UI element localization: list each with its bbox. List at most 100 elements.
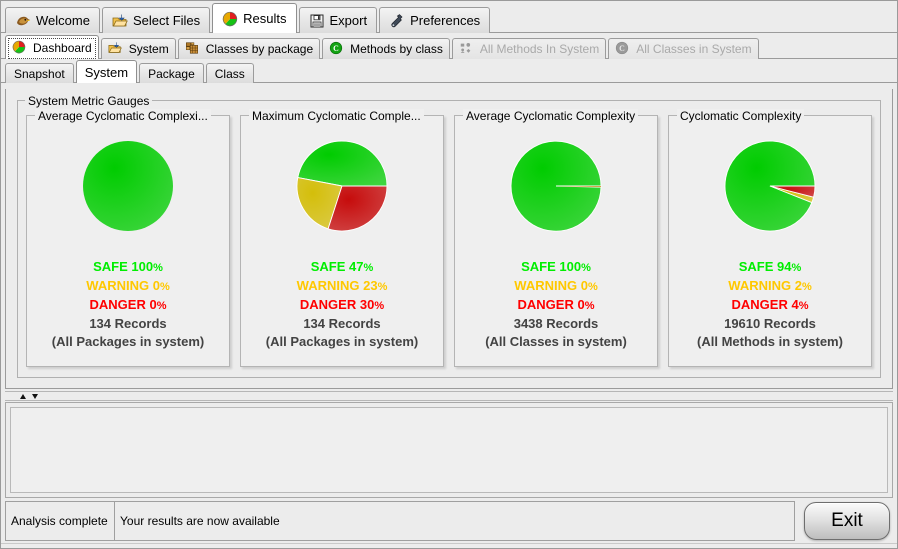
svg-text:C: C: [333, 44, 339, 53]
tab-export-label: Export: [329, 13, 368, 28]
gauge-body: SAFE 100% WARNING 0% DANGER 0% 3438 Records…: [455, 126, 657, 360]
gauge-title: Maximum Cyclomatic Comple...: [249, 109, 424, 123]
application-window: Welcome Select Files Results Export Pref…: [0, 0, 898, 549]
system-metric-gauges-panel: System Metric Gauges Average Cyclomatic …: [17, 94, 881, 378]
tab-system-metrics[interactable]: System: [75, 60, 138, 83]
wrench-icon: [389, 13, 405, 29]
legend-danger-text: DANGER 0: [89, 297, 157, 312]
legend-warning-text: WARNING 0: [514, 278, 588, 293]
status-message: Your results are now available: [114, 501, 795, 541]
legend-danger: DANGER 30%: [266, 296, 418, 315]
legend-danger-text: DANGER 0: [517, 297, 585, 312]
legend-danger-percent-sign: %: [156, 300, 167, 312]
people-group-icon: [459, 41, 475, 57]
hawk-head-icon: [15, 13, 31, 29]
open-folder-icon: [108, 41, 124, 57]
status-bar: Analysis complete Your results are now a…: [5, 501, 893, 541]
gauge-title: Average Cyclomatic Complexity: [463, 109, 639, 123]
split-pane-divider[interactable]: [5, 391, 893, 401]
tab-package-label: Package: [148, 66, 195, 81]
window-bottom-edge: [1, 543, 897, 548]
legend-safe-percent-sign: %: [581, 262, 591, 274]
tab-class[interactable]: Class: [205, 63, 254, 83]
legend-safe-percent-sign: %: [153, 262, 163, 274]
legend-danger: DANGER 0%: [52, 296, 204, 315]
panel-title: System Metric Gauges: [25, 94, 153, 108]
legend-warning: WARNING 0%: [52, 277, 204, 296]
legend-scope: (All Methods in system): [697, 333, 843, 351]
legend-records-text: 134 Records: [303, 316, 381, 331]
tab-dashboard[interactable]: Dashboard: [5, 35, 99, 59]
legend-scope: (All Packages in system): [266, 333, 418, 351]
gauge-legend: SAFE 47% WARNING 23% DANGER 30% 134 Records…: [266, 258, 418, 351]
legend-safe: SAFE 100%: [52, 258, 204, 277]
exit-button-area: Exit: [795, 501, 893, 541]
legend-danger-percent-sign: %: [584, 300, 595, 312]
gauge-legend: SAFE 94% WARNING 2% DANGER 4% 19610 Records…: [697, 258, 843, 351]
legend-warning-percent-sign: %: [801, 281, 812, 293]
tab-welcome[interactable]: Welcome: [5, 7, 100, 33]
tab-preferences[interactable]: Preferences: [379, 7, 491, 33]
legend-records: 134 Records: [52, 315, 204, 333]
legend-scope-text: (All Classes in system): [485, 334, 627, 349]
collapse-up-arrow-icon[interactable]: [19, 393, 28, 400]
legend-warning-text: WARNING 0: [86, 278, 160, 293]
tab-all-methods-in-system[interactable]: All Methods In System: [451, 38, 607, 59]
tab-snapshot-label: Snapshot: [14, 66, 65, 81]
package-grid-icon: [185, 41, 201, 57]
floppy-disk-icon: [309, 13, 325, 29]
legend-safe-text: SAFE 47: [310, 259, 364, 274]
legend-records: 19610 Records: [697, 315, 843, 333]
legend-records-text: 19610 Records: [724, 316, 816, 331]
class-circle-icon: C: [329, 41, 345, 57]
tab-export[interactable]: Export: [298, 7, 378, 33]
legend-danger: DANGER 0%: [485, 296, 627, 315]
gauge-row: Average Cyclomatic Complexi... SAFE 100% W…: [26, 109, 872, 367]
collapse-down-arrow-icon[interactable]: [31, 393, 40, 400]
tab-package[interactable]: Package: [139, 63, 204, 83]
legend-safe-percent-sign: %: [791, 262, 802, 274]
legend-danger-text: DANGER 30: [299, 297, 375, 312]
pie-chart: [506, 136, 606, 236]
tab-classes-by-package[interactable]: Classes by package: [177, 38, 321, 59]
tab-methods-by-class[interactable]: C Methods by class: [322, 38, 450, 59]
dashboard-content-pane: System Metric Gauges Average Cyclomatic …: [5, 89, 893, 389]
legend-danger-percent-sign: %: [798, 300, 809, 312]
gauge-card: Average Cyclomatic Complexity SAFE 100% WA…: [454, 109, 658, 367]
tab-welcome-label: Welcome: [36, 13, 90, 28]
status-left: Analysis complete: [5, 501, 114, 541]
legend-scope-text: (All Methods in system): [697, 334, 843, 349]
legend-records-text: 134 Records: [89, 316, 167, 331]
legend-danger: DANGER 4%: [697, 296, 843, 315]
primary-tabstrip: Welcome Select Files Results Export Pref…: [1, 1, 897, 33]
tertiary-tabstrip: Snapshot System Package Class: [1, 59, 897, 83]
secondary-tabstrip: Dashboard System Classes by package C Me…: [1, 33, 897, 59]
tab-methods-by-class-label: Methods by class: [350, 42, 443, 56]
tab-system[interactable]: System: [100, 38, 176, 59]
tab-dashboard-label: Dashboard: [33, 40, 92, 55]
detail-pane-body: [10, 407, 888, 493]
legend-danger-text: DANGER 4: [731, 297, 799, 312]
pie-slice-safe: [297, 140, 388, 187]
tab-snapshot[interactable]: Snapshot: [5, 63, 74, 83]
tab-all-classes-in-system[interactable]: C All Classes in System: [608, 38, 759, 59]
legend-safe-text: SAFE 94: [738, 259, 792, 274]
tab-results-label: Results: [243, 11, 287, 26]
exit-button[interactable]: Exit: [804, 502, 890, 540]
gauge-body: SAFE 47% WARNING 23% DANGER 30% 134 Records…: [241, 126, 443, 360]
legend-safe: SAFE 47%: [266, 258, 418, 277]
legend-records: 3438 Records: [485, 315, 627, 333]
tab-preferences-label: Preferences: [410, 13, 481, 28]
tab-results[interactable]: Results: [212, 3, 297, 33]
tab-select-files[interactable]: Select Files: [101, 7, 211, 33]
legend-warning: WARNING 23%: [266, 277, 418, 296]
legend-scope-text: (All Packages in system): [51, 334, 205, 349]
legend-warning-text: WARNING 2: [728, 278, 802, 293]
gauge-title: Cyclomatic Complexity: [677, 109, 805, 123]
svg-text:C: C: [619, 44, 625, 53]
legend-scope-text: (All Packages in system): [265, 334, 419, 349]
pie-slice-safe: [83, 141, 173, 231]
legend-warning-percent-sign: %: [587, 281, 598, 293]
tab-classes-by-package-label: Classes by package: [205, 42, 314, 56]
legend-scope: (All Packages in system): [52, 333, 204, 351]
